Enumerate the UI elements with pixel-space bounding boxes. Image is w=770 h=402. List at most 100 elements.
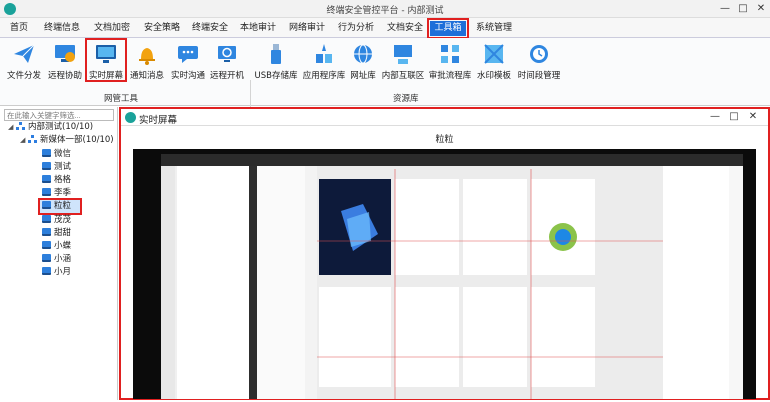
network-zone-icon (394, 45, 412, 64)
internal-interconnect-label: 内部互联区 (381, 71, 425, 81)
approval-flow-library-label: 审批流程库 (428, 71, 472, 81)
computer-icon (42, 241, 51, 249)
group-label-network-tools: 网管工具 (104, 94, 139, 104)
tree-terminal-node[interactable]: 甜甜 (42, 227, 71, 240)
computer-icon (42, 162, 51, 170)
org-icon (28, 135, 37, 143)
tree-terminal-label: 小涵 (54, 254, 72, 264)
computer-icon (42, 228, 51, 236)
tree-terminal-label: 格格 (54, 175, 72, 185)
notice-message-label: 通知消息 (129, 71, 164, 81)
tree-dept-label: 新媒体一部(10/10) (40, 135, 114, 145)
menu-toolbox[interactable]: 工具箱 (427, 18, 469, 39)
group-label-resource-library: 资源库 (393, 94, 419, 104)
tree-terminal-label: 小蝶 (54, 241, 72, 251)
realtime-screen-tool[interactable]: 实时屏幕 (85, 38, 127, 82)
remote-assist-tool[interactable]: 远程协助 (46, 40, 84, 81)
ribbon-toolbar: 文件分发 远程协助 实时屏幕 通知消息 实时沟通 远程开机 USB存储库 应用程… (0, 38, 770, 140)
tree-terminal-node[interactable]: 茂茂 (42, 214, 71, 227)
tree-root-label: 内部测试(10/10) (28, 122, 94, 132)
tree-terminal-node[interactable]: 小月 (42, 266, 71, 279)
menu-terminal-info[interactable]: 终端信息 (40, 21, 84, 36)
remote-assist-icon (55, 45, 75, 62)
notice-message-tool[interactable]: 通知消息 (128, 40, 166, 81)
globe-icon (354, 44, 372, 64)
realtime-screen-window: 实时屏幕 — □ ✕ 粒粒 (119, 107, 770, 400)
menu-network-audit[interactable]: 网络审计 (285, 21, 329, 36)
panel-title: 实时屏幕 (139, 115, 178, 126)
tree-terminal-node[interactable]: 微信 (42, 148, 71, 161)
approval-flow-icon (441, 45, 459, 63)
remote-screen-image[interactable] (133, 149, 756, 399)
usb-storage-library-label: USB存储库 (254, 71, 298, 81)
panel-maximize-button[interactable]: □ (727, 110, 741, 124)
menu-home[interactable]: 首页 (4, 21, 34, 36)
menu-system-management[interactable]: 系统管理 (472, 21, 516, 36)
bell-icon (139, 48, 155, 65)
remote-power-on-tool[interactable]: 远程开机 (208, 40, 246, 81)
terminal-tree-panel: ◢内部测试(10/10) ◢新媒体一部(10/10) 微信 测试 格格 李季 粒… (0, 107, 118, 400)
tree-filter-input[interactable] (4, 109, 114, 121)
app-library-icon (316, 44, 332, 63)
application-library-label: 应用程序库 (302, 71, 346, 81)
close-button[interactable]: ✕ (754, 2, 768, 16)
menu-local-audit[interactable]: 本地审计 (236, 21, 280, 36)
menu-doc-security[interactable]: 文档安全 (383, 21, 427, 36)
tree-terminal-node[interactable]: 李季 (42, 187, 71, 200)
tree-terminal-label: 甜甜 (54, 228, 72, 238)
tree-root-node[interactable]: ◢ 内部测试(10/10) (8, 121, 93, 134)
title-bar: 终端安全管控平台 - 内部测试 — □ ✕ (0, 0, 770, 18)
monitor-icon (96, 45, 116, 63)
tree-terminal-label: 茂茂 (54, 215, 72, 225)
screen-terminal-name: 粒粒 (435, 135, 454, 145)
watermark-template-label: 水印模板 (476, 71, 511, 81)
tree-terminal-label: 微信 (54, 149, 72, 159)
tree-terminal-node[interactable]: 小蝶 (42, 240, 71, 253)
paper-plane-icon (14, 44, 35, 63)
tree-terminal-node[interactable]: 格格 (42, 174, 71, 187)
tree-terminal-node-selected[interactable]: 粒粒 (38, 198, 82, 215)
watermark-icon (484, 44, 504, 64)
window-title: 终端安全管控平台 - 内部测试 (326, 6, 444, 16)
time-period-management-tool[interactable]: 时间段管理 (516, 40, 562, 81)
menu-terminal-security[interactable]: 终端安全 (188, 21, 232, 36)
computer-icon (42, 254, 51, 262)
minimize-button[interactable]: — (718, 2, 732, 16)
internal-interconnect-tool[interactable]: 内部互联区 (381, 40, 425, 81)
collapse-icon: ◢ (8, 123, 14, 131)
realtime-chat-label: 实时沟通 (170, 71, 205, 81)
screen-app-icon (125, 112, 136, 123)
url-library-label: 网址库 (350, 71, 376, 81)
usb-storage-library-tool[interactable]: USB存储库 (254, 40, 298, 81)
maximize-button[interactable]: □ (736, 2, 750, 16)
computer-icon (42, 175, 51, 183)
file-distribute-tool[interactable]: 文件分发 (6, 40, 42, 81)
application-library-tool[interactable]: 应用程序库 (301, 40, 347, 81)
tree-dept-node[interactable]: ◢ 新媒体一部(10/10) (20, 134, 114, 147)
usb-icon (271, 44, 281, 64)
panel-minimize-button[interactable]: — (708, 110, 722, 124)
menu-security-policy[interactable]: 安全策略 (140, 21, 184, 36)
tree-terminal-label: 小月 (54, 267, 72, 277)
realtime-screen-label: 实时屏幕 (88, 71, 123, 81)
watermark-template-tool[interactable]: 水印模板 (476, 40, 512, 81)
org-icon (16, 122, 25, 130)
menu-behavior-analysis[interactable]: 行为分析 (334, 21, 378, 36)
computer-icon (42, 201, 51, 209)
chat-bubble-icon (178, 46, 198, 63)
approval-flow-library-tool[interactable]: 审批流程库 (428, 40, 472, 81)
collapse-icon: ◢ (20, 136, 26, 144)
menu-doc-encrypt[interactable]: 文档加密 (90, 21, 134, 36)
tree-terminal-node[interactable]: 测试 (42, 161, 71, 174)
tree-terminal-node[interactable]: 小涵 (42, 253, 71, 266)
remote-assist-label: 远程协助 (47, 71, 82, 81)
computer-icon (42, 267, 51, 275)
realtime-chat-tool[interactable]: 实时沟通 (169, 40, 207, 81)
panel-close-button[interactable]: ✕ (746, 110, 760, 124)
remote-power-on-label: 远程开机 (209, 71, 244, 81)
computer-icon (42, 215, 51, 223)
clock-gear-icon (530, 45, 548, 63)
url-library-tool[interactable]: 网址库 (348, 40, 378, 81)
menu-bar: 首页 终端信息 文档加密 安全策略 终端安全 本地审计 网络审计 行为分析 文档… (0, 18, 770, 60)
panel-header: 实时屏幕 — □ ✕ (121, 109, 768, 126)
